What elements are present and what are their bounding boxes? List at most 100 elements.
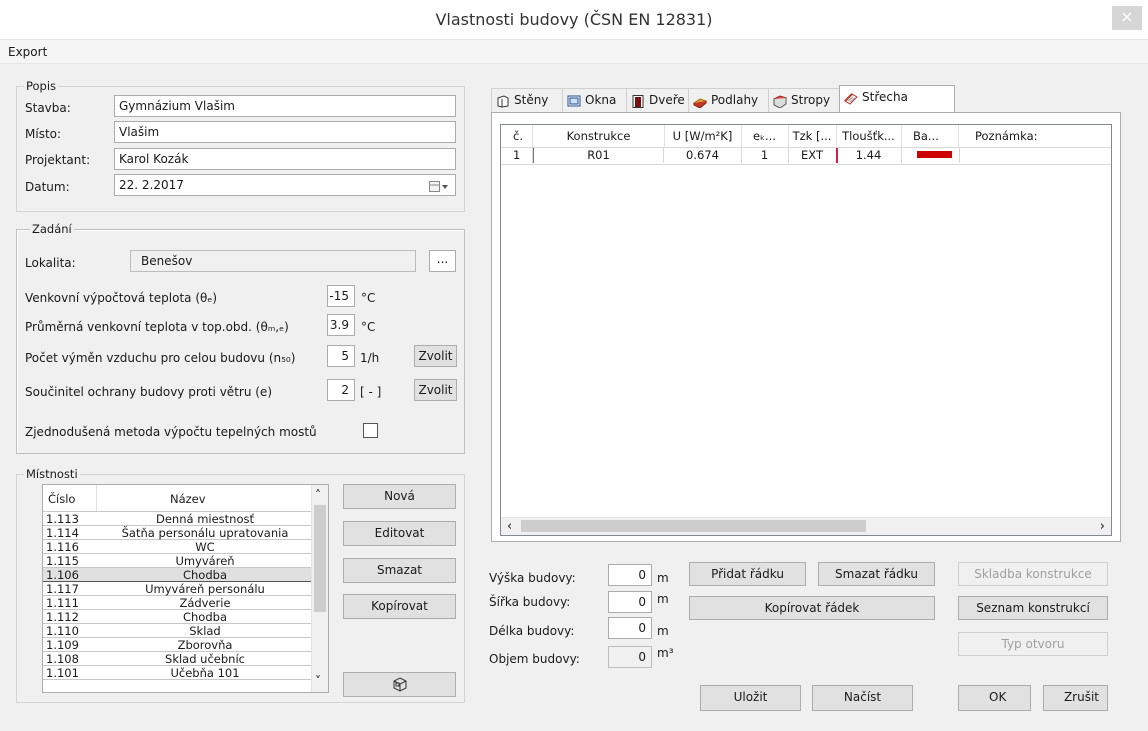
color-swatch <box>917 151 952 158</box>
grid-hscrollbar[interactable]: ‹ › <box>501 517 1111 535</box>
cell-poznamka[interactable] <box>959 148 1111 163</box>
skladba-konstrukce-button[interactable]: Skladba konstrukce <box>958 562 1108 586</box>
kopirovat-radek-button[interactable]: Kopírovat řádek <box>689 596 935 620</box>
hscroll-thumb[interactable] <box>521 520 866 532</box>
scroll-right-icon[interactable]: › <box>1100 519 1105 534</box>
room-cislo: 1.109 <box>43 637 97 652</box>
ulozit-button[interactable]: Uložit <box>700 685 801 711</box>
tab-strecha-label: Střecha <box>862 90 908 104</box>
room-cislo: 1.115 <box>43 553 97 568</box>
zjednodusena-label: Zjednodušená metoda výpočtu tepelných mo… <box>25 425 317 439</box>
tab-steny-label: Stěny <box>514 93 549 107</box>
zrusit-button[interactable]: Zrušit <box>1043 685 1108 711</box>
vymen-vzduchu-input[interactable]: 5 <box>327 345 355 367</box>
mistnosti-group-label: Místnosti <box>24 467 80 481</box>
room-cislo: 1.101 <box>43 665 97 680</box>
room-nazev: Umyváreň <box>97 553 313 568</box>
col-barva-header[interactable]: Ba... <box>901 125 959 147</box>
vymen-zvolit-button[interactable]: Zvolit <box>414 345 457 367</box>
sirka-input[interactable]: 0 <box>608 591 652 613</box>
table-row[interactable]: 1.116 WC <box>43 539 313 554</box>
soucinitel-label: Součinitel ochrany budovy proti větru (e… <box>25 385 272 399</box>
ok-button[interactable]: OK <box>958 685 1031 711</box>
col-tloustka-header[interactable]: Tloušťk... <box>836 125 902 147</box>
lokalita-browse-button[interactable]: ... <box>429 250 456 272</box>
zadani-group-label: Zadání <box>30 222 74 236</box>
rooms-header: Číslo Název <box>43 485 313 512</box>
zjednodusena-checkbox[interactable] <box>363 423 378 438</box>
constructions-grid: č. Konstrukce U [W/m²K] eₖ... Tzk [... T… <box>500 124 1112 536</box>
projektant-input[interactable]: Karol Kozák <box>114 148 456 170</box>
kopirovat-button[interactable]: Kopírovat <box>343 594 456 619</box>
room-nazev: Sklad <box>97 623 313 638</box>
typ-otvoru-button[interactable]: Typ otvoru <box>958 632 1108 656</box>
table-row[interactable]: 1.110 Sklad <box>43 623 313 638</box>
menu-bar: Export <box>0 40 1148 64</box>
grid-row[interactable]: 1 R01 0.674 1 EXT 1.44 <box>501 147 1111 165</box>
cell-c: 1 <box>501 148 533 163</box>
table-row[interactable]: 1.109 Zborovňa <box>43 637 313 652</box>
pridat-radku-button[interactable]: Přidat řádku <box>689 562 806 586</box>
cell-tloustka[interactable]: 1.44 <box>836 148 902 163</box>
scroll-down-icon[interactable]: ˅ <box>315 675 321 687</box>
tab-strecha[interactable]: Střecha <box>839 85 955 113</box>
col-u-header[interactable]: U [W/m²K] <box>664 125 742 147</box>
table-row[interactable]: 1.117 Umyváreň personálu <box>43 581 313 596</box>
vyska-input[interactable]: 0 <box>608 564 652 586</box>
misto-input[interactable]: Vlašim <box>114 121 456 143</box>
smazat-radku-button[interactable]: Smazat řádku <box>818 562 935 586</box>
smazat-button[interactable]: Smazat <box>343 558 456 583</box>
soucinitel-input[interactable]: 2 <box>327 379 355 401</box>
cell-e[interactable]: 1 <box>741 148 789 163</box>
table-row[interactable]: 1.101 Učebňa 101 <box>43 665 313 680</box>
col-poznamka-header[interactable]: Poznámka: <box>959 125 1111 147</box>
delka-input[interactable]: 0 <box>608 617 652 639</box>
objem-label: Objem budovy: <box>489 652 580 666</box>
cell-tzk[interactable]: EXT <box>788 148 838 163</box>
venkovni-teplota-input[interactable]: -15 <box>327 285 355 307</box>
floor-icon <box>693 93 708 109</box>
room-cislo: 1.111 <box>43 595 97 610</box>
scroll-up-icon[interactable]: ˄ <box>315 489 321 501</box>
room-nazev: Chodba <box>97 609 313 624</box>
table-row[interactable]: 1.115 Umyváreň <box>43 553 313 568</box>
close-button[interactable]: × <box>1112 6 1142 30</box>
nova-button[interactable]: Nová <box>343 484 456 509</box>
prumerna-teplota-input[interactable]: 3.9 <box>327 314 355 336</box>
table-row[interactable]: 1.112 Chodba <box>43 609 313 624</box>
room-nazev: Zborovňa <box>97 637 313 652</box>
delka-label: Délka budovy: <box>489 624 575 638</box>
table-row[interactable]: 1.106 Chodba <box>43 567 313 582</box>
table-row[interactable]: 1.111 Zádverie <box>43 595 313 610</box>
cell-barva[interactable] <box>901 148 960 163</box>
lokalita-label: Lokalita: <box>25 256 76 270</box>
table-row[interactable]: 1.108 Sklad učebníc <box>43 651 313 666</box>
col-cislo-header[interactable]: Číslo <box>48 492 75 506</box>
stavba-input[interactable]: Gymnázium Vlašim <box>114 95 456 117</box>
room-cislo: 1.108 <box>43 651 97 666</box>
cell-konstrukce[interactable]: R01 <box>533 148 664 163</box>
seznam-konstrukci-button[interactable]: Seznam konstrukcí <box>958 596 1108 620</box>
table-row[interactable]: 1.113 Denná miestnosť <box>43 512 313 526</box>
tab-stropy-label: Stropy <box>791 93 831 107</box>
soucinitel-zvolit-button[interactable]: Zvolit <box>414 379 457 401</box>
col-nazev-header[interactable]: Název <box>170 492 206 506</box>
col-tzk-header[interactable]: Tzk [... <box>788 125 837 147</box>
roof-icon <box>844 90 858 105</box>
scroll-left-icon[interactable]: ‹ <box>507 519 512 534</box>
calendar-icon[interactable] <box>429 179 449 192</box>
room-nazev: WC <box>97 539 313 554</box>
editovat-button[interactable]: Editovat <box>343 521 456 546</box>
col-konstrukce-header[interactable]: Konstrukce <box>533 125 665 147</box>
cell-u[interactable]: 0.674 <box>664 148 742 163</box>
col-e-header[interactable]: eₖ... <box>741 125 789 147</box>
tab-dvere-label: Dveře <box>649 93 685 107</box>
table-row[interactable]: 1.114 Šatňa personálu upratovania <box>43 525 313 540</box>
scroll-thumb[interactable] <box>314 505 326 612</box>
datum-picker[interactable]: 22. 2.2017 <box>114 174 456 196</box>
rooms-scrollbar[interactable]: ˄ ˅ <box>311 485 328 692</box>
menu-export[interactable]: Export <box>8 45 47 59</box>
nacist-button[interactable]: Načíst <box>812 685 913 711</box>
room-3d-view-button[interactable] <box>343 672 456 697</box>
col-c-header[interactable]: č. <box>501 125 533 147</box>
